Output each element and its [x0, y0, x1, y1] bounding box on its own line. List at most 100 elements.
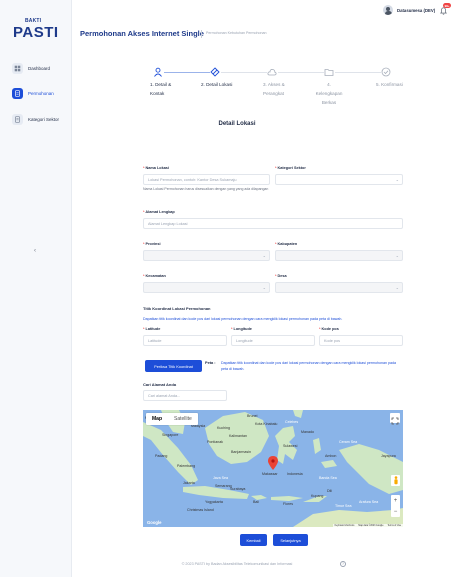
terms-link[interactable]: Terms of Use — [387, 525, 401, 527]
check-coordinates-button[interactable]: Periksa Titik Koordinat — [145, 360, 202, 372]
step-label-line: 4. Kelengkapan — [315, 82, 343, 96]
kode-pos-label: * Kode pos — [319, 327, 339, 331]
map-label: Kota Kinabalu — [255, 422, 278, 426]
desa-select[interactable]: ⌄ — [275, 282, 403, 293]
kabupaten-select[interactable]: ⌄ — [275, 250, 403, 261]
user-menu[interactable]: Datasumesa (DEV) — [383, 5, 435, 15]
map-attribution: Keyboard shortcuts Map data ©2023 Google… — [332, 524, 403, 527]
step-2-label[interactable]: 2. Detail Lokasi — [201, 80, 232, 89]
chevron-down-icon: ⌄ — [262, 285, 266, 290]
provinsi-select[interactable]: ⌄ — [143, 250, 270, 261]
kategori-sektor-select[interactable]: ⌄ — [275, 174, 403, 185]
sidebar-item-label: Permohonan — [28, 90, 54, 96]
required-mark: * — [275, 274, 277, 278]
user-icon — [154, 67, 162, 77]
step-1-label[interactable]: 1. Detail & Kontak — [150, 80, 171, 98]
street-view-pegman-icon[interactable] — [391, 475, 400, 486]
map-tab-satellite[interactable]: Satellite — [168, 413, 198, 425]
map-label: Kupang — [311, 494, 324, 498]
kode-pos-input[interactable]: Kode pos — [319, 335, 403, 346]
map-label: Palembang — [177, 464, 196, 468]
field-label-text: Provinsi — [145, 242, 161, 246]
map-data-text: Map data ©2023 Google — [358, 524, 384, 527]
sidebar: BAKTI PASTI Dashboard Permohonan Kategor… — [0, 0, 72, 577]
required-mark: * — [143, 166, 145, 170]
cari-alamat-input[interactable]: Cari alamat Anda... — [143, 390, 227, 401]
avatar — [383, 5, 393, 15]
map-label: Semarang — [215, 484, 232, 488]
required-mark: * — [231, 327, 233, 331]
map-label: Ambon — [325, 454, 337, 458]
alamat-label: * Alamat Lengkap — [143, 210, 175, 214]
chevron-down-icon: ⌄ — [395, 177, 399, 182]
app-logo[interactable]: BAKTI PASTI — [13, 18, 61, 44]
step-label-line: Perangkat — [263, 91, 284, 96]
kecamatan-select[interactable]: ⌄ — [143, 282, 270, 293]
field-label-text: Longitude — [233, 327, 252, 331]
file-icon — [12, 87, 23, 99]
help-icon[interactable]: ? — [340, 561, 346, 567]
map-label: Timor Sea — [335, 504, 352, 508]
latitude-input[interactable]: Latitude — [143, 335, 227, 346]
map-widget[interactable]: Map Satellite Singapore Indonesia Jakart… — [143, 410, 403, 527]
step-label-line: 3. Akses & — [263, 82, 285, 87]
notification-badge: 99+ — [443, 3, 452, 9]
input-placeholder: Cari alamat Anda... — [148, 393, 181, 398]
longitude-input[interactable]: Longitude — [231, 335, 315, 346]
koordinat-title: Titik Koordinat Lokasi Permohonan — [143, 306, 211, 311]
sidebar-item-permohonan[interactable]: Permohonan — [12, 87, 54, 99]
sidebar-item-dashboard[interactable]: Dashboard — [12, 62, 50, 74]
map-label: Bali — [253, 500, 259, 504]
bell-icon[interactable] — [440, 7, 447, 15]
step-5-label[interactable]: 5. Konfirmasi — [376, 80, 403, 89]
latitude-label: * Latitude — [143, 327, 160, 331]
folder-icon — [324, 69, 334, 76]
field-label-text: Kabupaten — [277, 242, 298, 246]
map-label: Surabaya — [230, 487, 246, 491]
peta-hint: Dapatkan titik koordinat dan kode pos da… — [221, 361, 397, 371]
step-label-line: 1. Detail & — [150, 82, 172, 87]
map-label: Christmas Island — [187, 508, 214, 512]
breadcrumb[interactable]: Permohonan Kebutuhan Permohonan — [206, 31, 267, 35]
required-mark: * — [143, 327, 145, 331]
kabupaten-label: * Kabupaten — [275, 242, 297, 246]
required-mark: * — [275, 166, 277, 170]
input-placeholder: Longitude — [236, 338, 253, 343]
step-label-line: 5. Konfirmasi — [376, 82, 403, 87]
step-label-line: Kontak — [150, 91, 165, 96]
header-divider — [201, 30, 202, 38]
field-label-text: Kode pos — [321, 327, 339, 331]
map-label: Padang — [155, 454, 168, 458]
collapse-sidebar-icon[interactable]: ‹ — [34, 248, 36, 254]
map-label: Makassar — [262, 472, 278, 476]
step-connector — [335, 72, 381, 73]
fullscreen-icon[interactable] — [390, 413, 400, 425]
map-tab-map[interactable]: Map — [146, 413, 168, 425]
map-label: Kalimantan — [229, 434, 247, 438]
location-icon — [210, 67, 220, 77]
back-button[interactable]: Kembali — [240, 534, 267, 546]
zoom-out-button[interactable]: − — [394, 509, 398, 515]
map-label: Celebes — [285, 420, 299, 424]
map-label: Banda Sea — [319, 476, 337, 480]
field-label-text: Desa — [277, 274, 287, 278]
next-button[interactable]: Selanjutnya — [273, 534, 308, 546]
step-4-label[interactable]: 4. Kelengkapan Berkas — [314, 80, 344, 107]
zoom-in-button[interactable]: + — [394, 498, 398, 504]
step-3-label[interactable]: 3. Akses & Perangkat — [263, 80, 285, 98]
map-label: Brunei — [247, 414, 258, 418]
chevron-down-icon: ⌄ — [395, 285, 399, 290]
peta-label: Peta : — [205, 360, 216, 365]
map-canvas[interactable] — [143, 410, 403, 527]
field-label-text: Kecamatan — [145, 274, 166, 278]
keyboard-shortcuts-link[interactable]: Keyboard shortcuts — [335, 525, 355, 527]
sidebar-item-label: Dashboard — [28, 65, 51, 71]
step-connector — [164, 72, 210, 73]
required-mark: * — [319, 327, 321, 331]
map-label: Indonesia — [287, 472, 303, 476]
map-label: Arafura Sea — [359, 500, 379, 504]
input-placeholder: Lokasi Permohonan, contoh: Kantor Desa S… — [148, 177, 237, 182]
alamat-input[interactable]: Alamat Lengkap Lokasi — [143, 218, 403, 229]
nama-lokasi-input[interactable]: Lokasi Permohonan, contoh: Kantor Desa S… — [143, 174, 270, 185]
cari-alamat-label: Cari Alamat Anda — [143, 382, 177, 387]
